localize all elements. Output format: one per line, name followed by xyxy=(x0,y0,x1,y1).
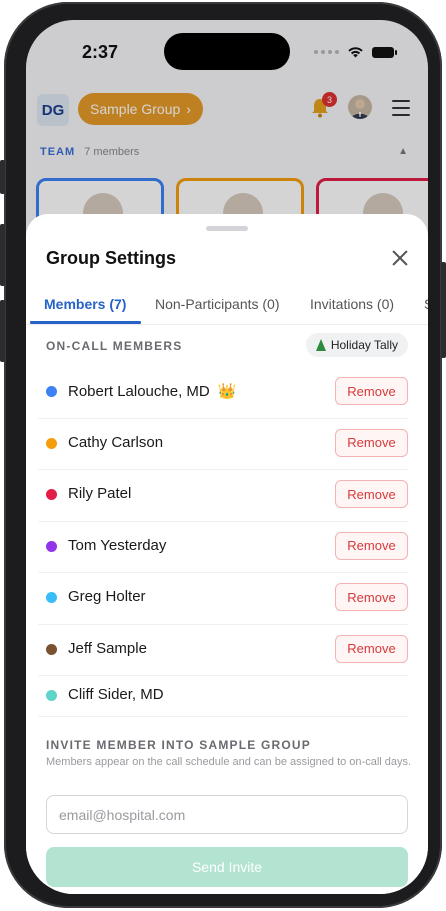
list-item: Jeff Sample Remove xyxy=(38,625,408,676)
holiday-tally-button[interactable]: Holiday Tally xyxy=(305,333,408,357)
member-name: Rily Patel xyxy=(68,485,132,502)
list-item: Rily Patel Remove xyxy=(38,470,408,522)
on-call-members-heading: ON-CALL MEMBERS xyxy=(46,339,183,353)
list-item: Cliff Sider, MD xyxy=(38,676,408,717)
member-name: Greg Holter xyxy=(68,588,146,605)
member-list: Robert Lalouche, MD 👑 Remove Cathy Carlso… xyxy=(38,367,408,717)
sheet-grabber[interactable] xyxy=(206,226,248,231)
tab-non-participants[interactable]: Non-Participants (0) xyxy=(155,296,280,312)
holiday-tally-label: Holiday Tally xyxy=(330,338,398,352)
member-name: Tom Yesterday xyxy=(68,536,167,554)
remove-button[interactable]: Remove xyxy=(335,480,408,508)
member-color-dot xyxy=(46,690,57,701)
remove-button[interactable]: Remove xyxy=(335,428,408,457)
remove-button[interactable]: Remove xyxy=(335,634,408,663)
list-item: Robert Lalouche, MD 👑 Remove xyxy=(38,367,408,419)
remove-button[interactable]: Remove xyxy=(335,377,408,405)
christmas-tree-icon xyxy=(315,339,326,351)
phone-frame: 2:37 DG Sample Group › 3 TEAM 7 members … xyxy=(0,2,446,908)
tab-members[interactable]: Members (7) xyxy=(44,296,126,312)
active-tab-indicator xyxy=(30,321,141,324)
member-color-dot xyxy=(46,437,57,449)
screen: 2:37 DG Sample Group › 3 TEAM 7 members … xyxy=(26,20,428,894)
tab-overflow[interactable]: S xyxy=(424,296,428,312)
list-item: Cathy Carlson Remove xyxy=(38,419,408,470)
member-name: Jeff Sample xyxy=(68,639,147,657)
crown-icon: 👑 xyxy=(217,383,237,400)
email-field[interactable] xyxy=(46,795,408,834)
member-color-dot xyxy=(46,386,57,397)
remove-button[interactable]: Remove xyxy=(335,531,408,560)
member-name: Cathy Carlson xyxy=(68,433,164,451)
list-item: Greg Holter Remove xyxy=(38,573,408,625)
tab-bar: Members (7) Non-Participants (0) Invitat… xyxy=(26,284,428,325)
member-name: Robert Lalouche, MD 👑 xyxy=(68,383,237,400)
tab-invitations[interactable]: Invitations (0) xyxy=(310,296,394,312)
invite-help-text: Members appear on the call schedule and … xyxy=(46,756,412,768)
member-color-dot xyxy=(46,643,57,655)
send-invite-button[interactable]: Send Invite xyxy=(46,847,408,887)
close-icon[interactable] xyxy=(392,250,408,266)
volume-down-button xyxy=(0,300,5,362)
member-color-dot xyxy=(46,540,57,552)
member-name: Cliff Sider, MD xyxy=(68,686,164,703)
power-button xyxy=(441,262,446,358)
member-color-dot xyxy=(46,592,57,603)
volume-up-button xyxy=(0,224,5,286)
sheet-title: Group Settings xyxy=(46,248,176,268)
list-item: Tom Yesterday Remove xyxy=(38,522,408,573)
remove-button[interactable]: Remove xyxy=(335,583,408,611)
invite-heading: INVITE MEMBER INTO SAMPLE GROUP xyxy=(46,738,311,752)
member-color-dot xyxy=(46,489,57,500)
group-settings-sheet: Group Settings Members (7) Non-Participa… xyxy=(26,214,428,894)
action-button xyxy=(0,160,5,194)
